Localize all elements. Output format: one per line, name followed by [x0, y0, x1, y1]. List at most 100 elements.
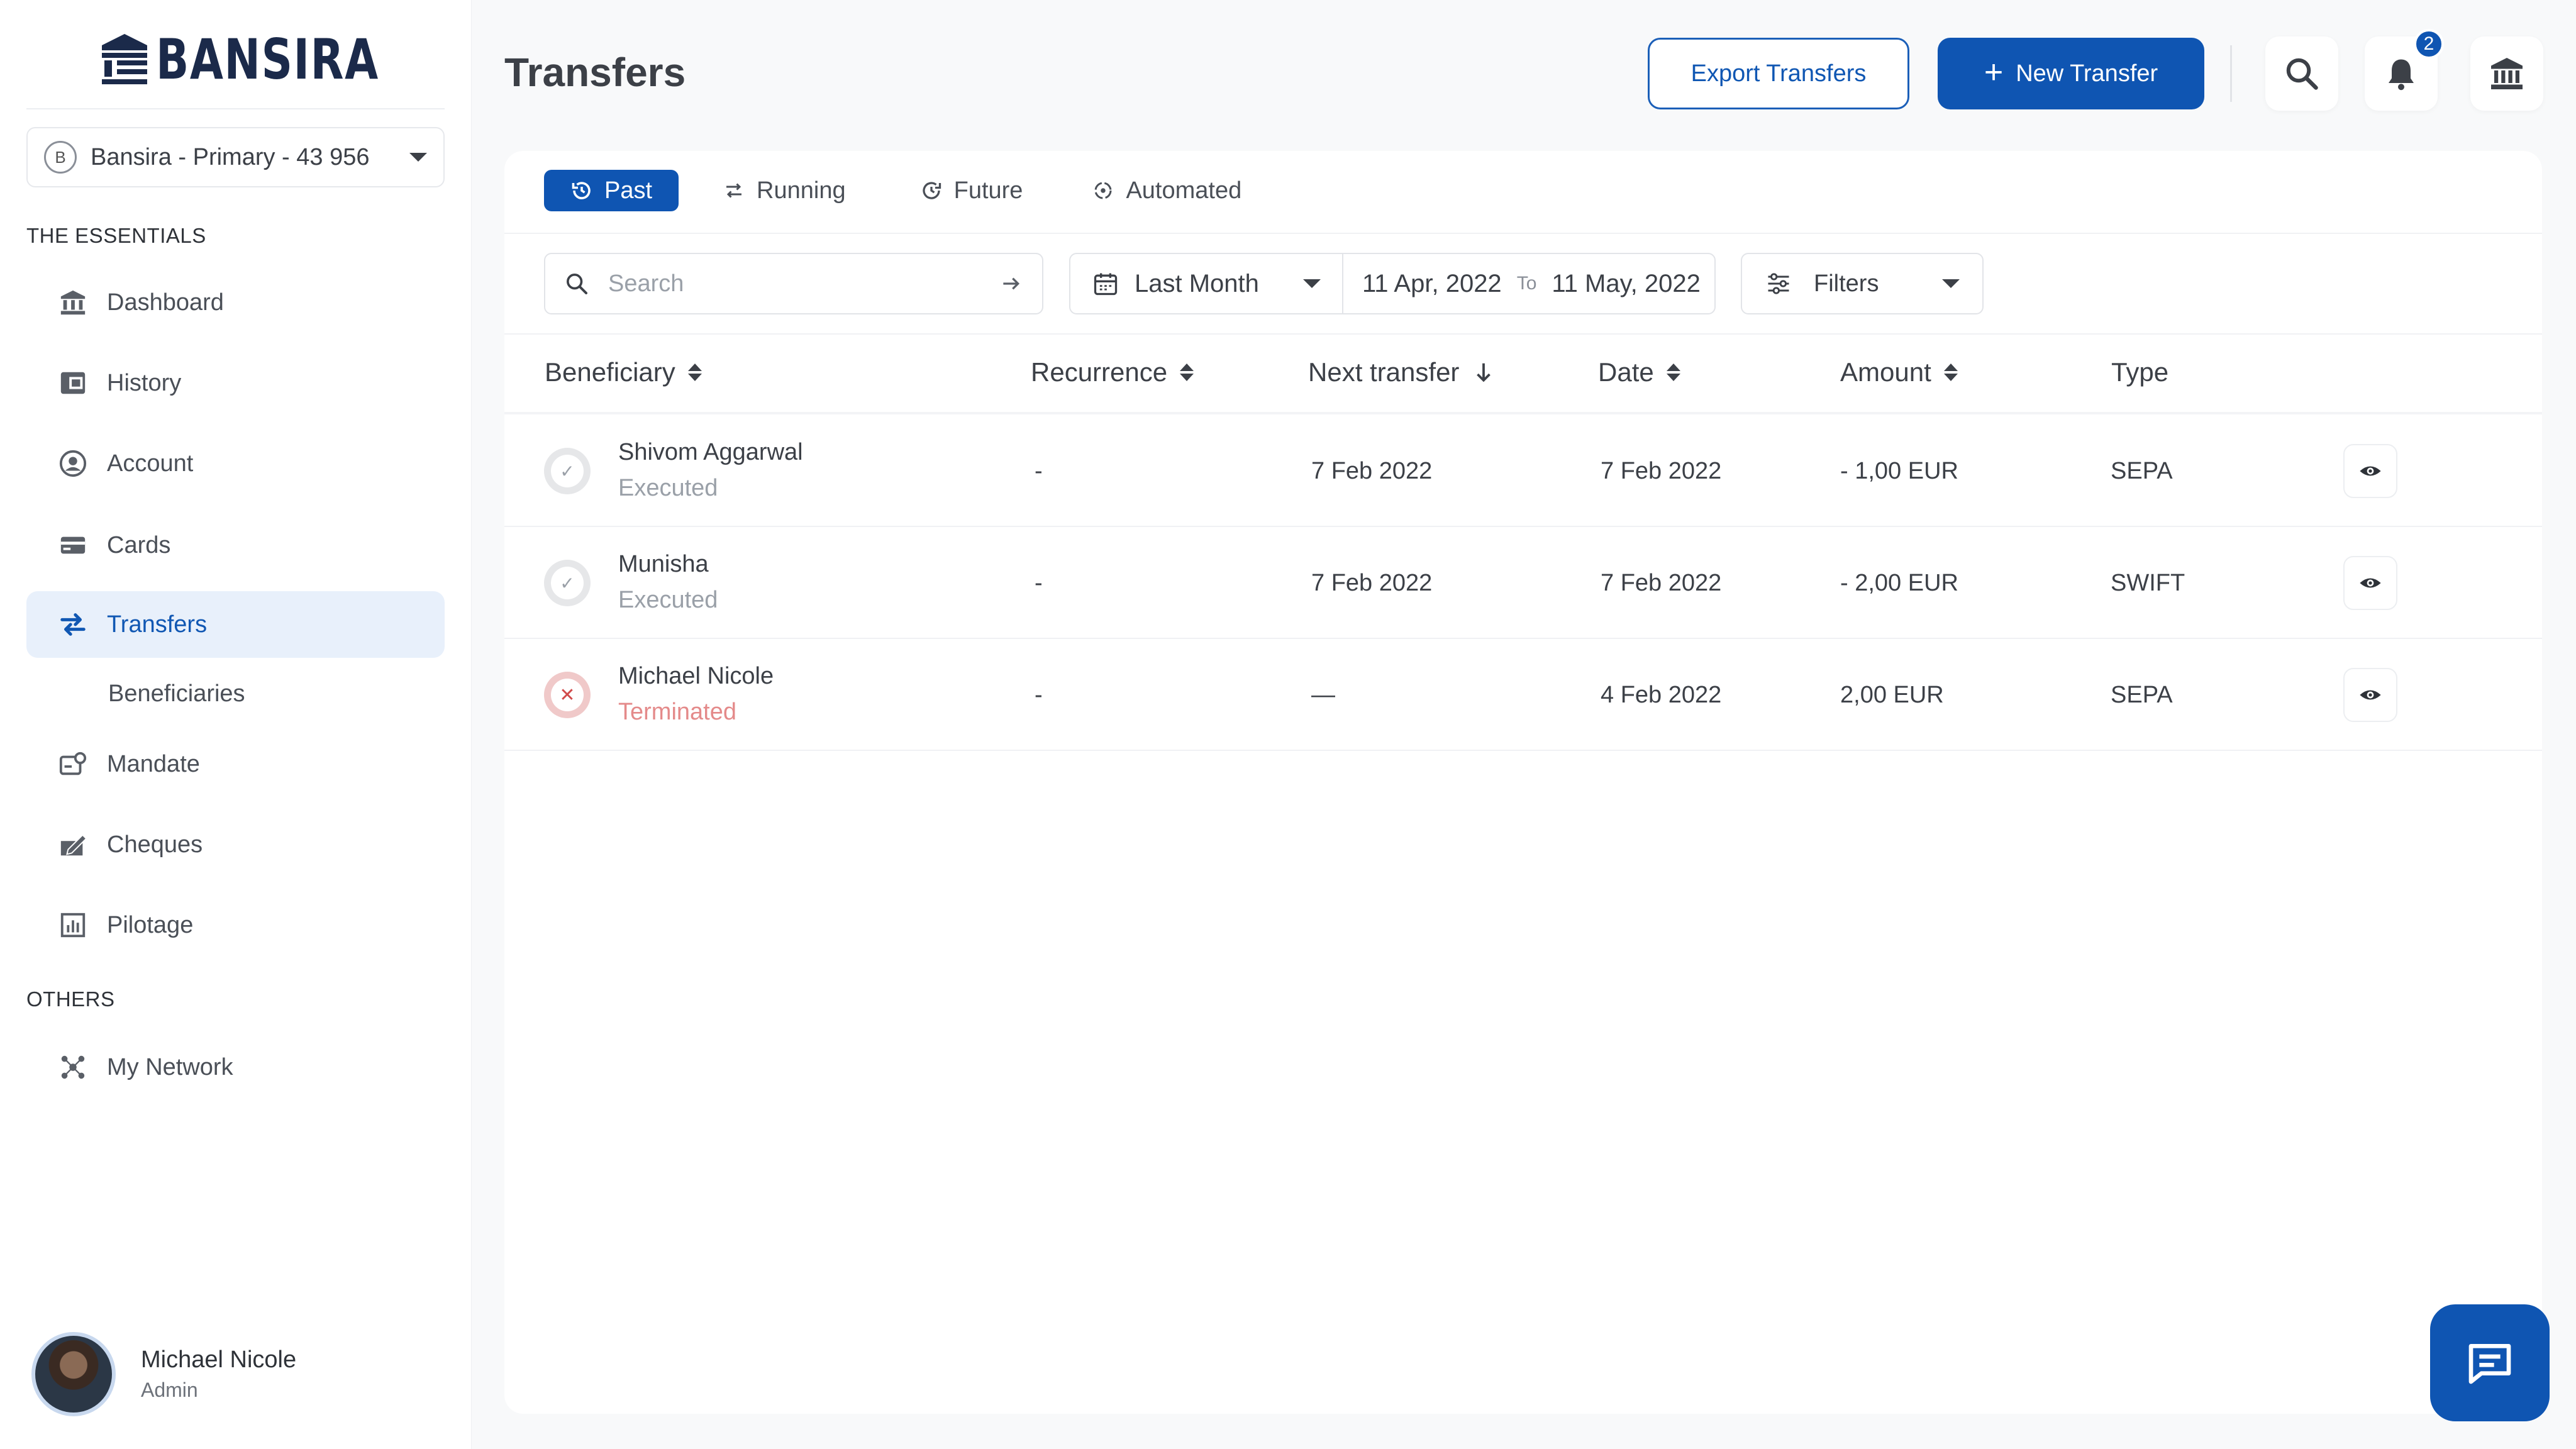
column-header-date[interactable]: Date	[1598, 357, 1680, 387]
network-icon	[58, 1052, 88, 1082]
sidebar-item-pilotage[interactable]: Pilotage	[26, 892, 445, 958]
account-initial-badge: B	[44, 141, 77, 174]
date-values[interactable]: 11 Apr, 2022 To 11 May, 2022	[1343, 270, 1701, 298]
chevron-down-icon	[1942, 279, 1960, 288]
sidebar-item-label: My Network	[107, 1053, 233, 1080]
date-from[interactable]: 11 Apr, 2022	[1362, 270, 1502, 298]
plus-icon: +	[1984, 54, 2004, 91]
user-profile[interactable]: Michael Nicole Admin	[31, 1332, 296, 1416]
sidebar-item-dashboard[interactable]: Dashboard	[26, 269, 445, 336]
transfer-status: Terminated	[618, 699, 736, 725]
date-range-picker: Last Month 11 Apr, 2022 To 11 May, 2022	[1069, 253, 1716, 314]
sidebar-item-label: Cards	[107, 531, 171, 558]
column-header-amount[interactable]: Amount	[1840, 357, 1958, 387]
view-details-button[interactable]	[2343, 668, 2397, 722]
recurrence-cell: -	[1035, 458, 1043, 484]
brand-logo[interactable]: BANSIRA	[0, 27, 472, 92]
sidebar: BANSIRA B Bansira - Primary - 43 956 THE…	[0, 0, 472, 1449]
sort-icon	[1943, 361, 1958, 384]
sidebar-item-my-network[interactable]: My Network	[26, 1034, 445, 1101]
search-button[interactable]	[2265, 36, 2338, 111]
date-range-select[interactable]: Last Month	[1070, 254, 1343, 313]
bank-logo-icon	[102, 34, 147, 84]
table-row[interactable]: ✓ Munisha Executed - 7 Feb 2022 7 Feb 20…	[504, 527, 2542, 639]
column-label: Amount	[1840, 357, 1931, 387]
next-transfer-cell: 7 Feb 2022	[1311, 458, 1433, 484]
sidebar-item-beneficiaries[interactable]: Beneficiaries	[108, 680, 245, 708]
recurrence-cell: -	[1035, 682, 1043, 708]
sidebar-item-cards[interactable]: Cards	[26, 512, 445, 579]
sidebar-item-label: Account	[107, 450, 194, 477]
search-input[interactable]: Search	[608, 270, 979, 297]
bank-icon	[58, 287, 88, 318]
type-cell: SEPA	[2111, 682, 2173, 708]
history-icon	[572, 182, 591, 199]
type-cell: SEPA	[2111, 458, 2173, 484]
tab-running[interactable]: Running	[723, 170, 846, 211]
transfer-status: Executed	[618, 475, 718, 501]
table-row[interactable]: ✕ Michael Nicole Terminated - — 4 Feb 20…	[504, 639, 2542, 751]
sidebar-item-label: Mandate	[107, 750, 200, 777]
sidebar-item-mandate[interactable]: Mandate	[26, 731, 445, 797]
sidebar-item-label: Cheques	[107, 831, 203, 858]
date-range-label: Last Month	[1135, 269, 1259, 297]
export-transfers-button[interactable]: Export Transfers	[1648, 38, 1909, 109]
view-details-button[interactable]	[2343, 444, 2397, 498]
section-title-essentials: THE ESSENTIALS	[26, 224, 206, 247]
date-to-label: To	[1516, 273, 1537, 294]
search-field[interactable]: Search	[544, 253, 1043, 314]
sidebar-item-label: Transfers	[107, 611, 208, 638]
sidebar-item-cheques[interactable]: Cheques	[26, 811, 445, 878]
search-icon	[2286, 58, 2318, 90]
tabs-divider	[504, 233, 2542, 234]
account-selector[interactable]: B Bansira - Primary - 43 956	[26, 127, 445, 187]
bank-switch-button[interactable]	[2470, 36, 2543, 111]
header-divider	[2230, 45, 2232, 102]
column-label: Type	[2111, 357, 2169, 387]
column-label: Recurrence	[1031, 357, 1168, 387]
beneficiary-name: Munisha	[618, 551, 709, 577]
eye-icon	[2360, 466, 2381, 476]
view-details-button[interactable]	[2343, 556, 2397, 610]
tab-automated[interactable]: Automated	[1092, 170, 1241, 211]
tab-label: Running	[757, 177, 846, 204]
automation-icon	[1094, 182, 1112, 199]
eye-icon	[2360, 578, 2381, 588]
executed-status-icon: ✓	[544, 560, 591, 606]
bell-icon	[2389, 59, 2414, 91]
sidebar-item-history[interactable]: History	[26, 350, 445, 416]
chart-icon	[58, 910, 88, 940]
chat-icon	[2468, 1344, 2511, 1384]
account-icon	[58, 448, 88, 479]
sidebar-item-account[interactable]: Account	[26, 430, 445, 497]
sort-icon	[687, 361, 702, 384]
new-transfer-button[interactable]: + New Transfer	[1938, 38, 2204, 109]
arrow-down-icon	[1477, 363, 1491, 382]
sort-icon	[1180, 361, 1194, 384]
chat-button[interactable]	[2430, 1304, 2550, 1421]
table-row[interactable]: ✓ Shivom Aggarwal Executed - 7 Feb 2022 …	[504, 415, 2542, 527]
sidebar-item-label: Dashboard	[107, 289, 224, 316]
date-to[interactable]: 11 May, 2022	[1552, 270, 1700, 298]
filters-dropdown[interactable]: Filters	[1741, 253, 1984, 314]
swap-icon	[726, 183, 742, 198]
tab-future[interactable]: Future	[920, 170, 1023, 211]
arrow-right-icon[interactable]	[998, 271, 1023, 296]
column-header-recurrence[interactable]: Recurrence	[1031, 357, 1194, 387]
column-header-beneficiary[interactable]: Beneficiary	[545, 357, 702, 387]
date-cell: 4 Feb 2022	[1601, 682, 1722, 708]
executed-status-icon: ✓	[544, 448, 591, 494]
card-icon	[58, 530, 88, 560]
sidebar-item-label: Pilotage	[107, 911, 194, 938]
transfers-card	[504, 151, 2542, 1414]
tab-label: Automated	[1126, 177, 1242, 204]
transfer-status: Executed	[618, 587, 718, 613]
chevron-down-icon	[1303, 279, 1321, 288]
terminated-status-icon: ✕	[544, 672, 591, 718]
column-header-next-transfer[interactable]: Next transfer	[1308, 357, 1496, 387]
tab-past[interactable]: Past	[544, 170, 679, 211]
column-label: Beneficiary	[545, 357, 675, 387]
date-cell: 7 Feb 2022	[1601, 458, 1722, 484]
amount-cell: - 1,00 EUR	[1840, 458, 1958, 484]
sidebar-item-transfers[interactable]: Transfers	[26, 591, 445, 658]
